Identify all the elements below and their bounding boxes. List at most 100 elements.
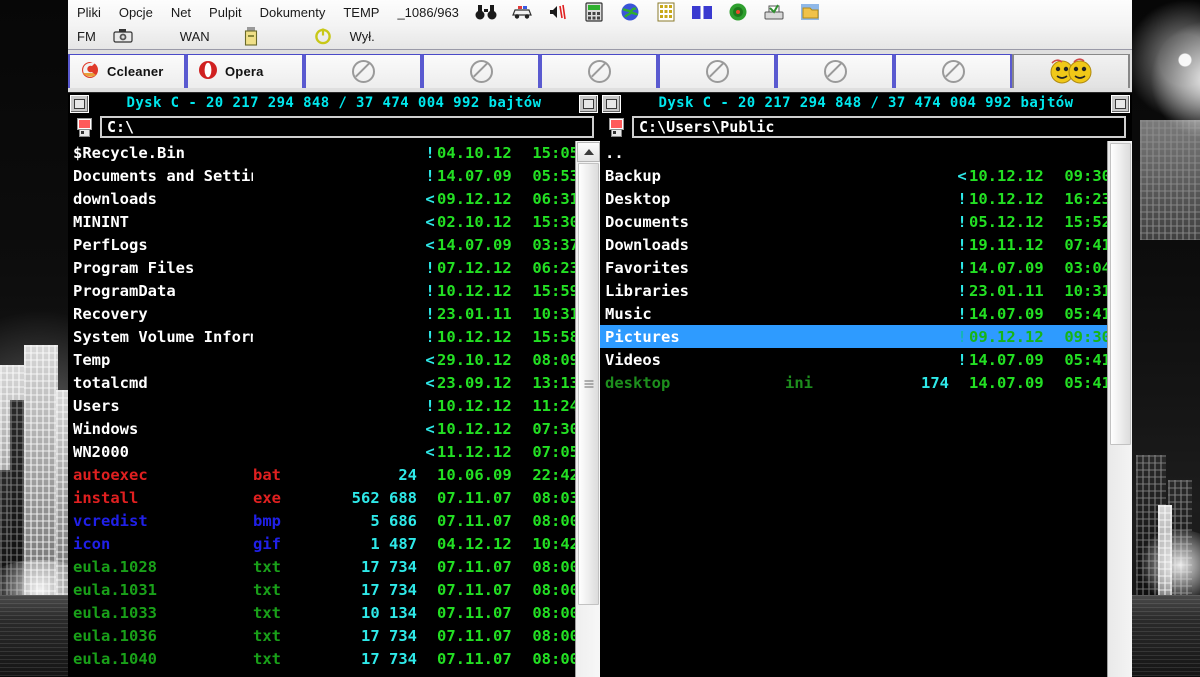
no-entry-icon — [941, 60, 965, 83]
file-row[interactable]: Windows <10.12.12 07:30 — [68, 417, 576, 440]
file-row[interactable]: Backup <10.12.12 09:30 — [600, 164, 1108, 187]
file-row[interactable]: vcredist bmp 5 686 07.11.07 08:00 — [68, 509, 576, 532]
printer-icon[interactable] — [760, 1, 788, 23]
menu-wyl[interactable]: Wył. — [341, 29, 384, 44]
left-pane-path-input[interactable]: C:\ — [100, 116, 594, 138]
file-row[interactable]: Desktop! 10.12.12 16:23 — [600, 187, 1108, 210]
left-pane-file-list[interactable]: $Recycle.Bin! 04.10.12 15:05 Documents and … — [68, 141, 576, 677]
file-row[interactable]: eula.1031 txt 17 734 07.11.07 08:00 — [68, 578, 576, 601]
tab-empty-3[interactable] — [540, 54, 658, 88]
file-row[interactable]: WN2000 <11.12.12 07:05 — [68, 440, 576, 463]
left-pane-scrollbar[interactable] — [575, 141, 600, 677]
file-row[interactable]: eula.1040 txt 17 734 07.11.07 08:00 — [68, 647, 576, 670]
file-date: 02.10.12 — [437, 212, 512, 231]
file-row[interactable]: $Recycle.Bin! 04.10.12 15:05 — [68, 141, 576, 164]
menu-pliki[interactable]: Pliki — [68, 5, 110, 20]
file-row[interactable]: downloads <09.12.12 06:31 — [68, 187, 576, 210]
file-row[interactable]: Libraries! 23.01.11 10:31 — [600, 279, 1108, 302]
file-row[interactable]: totalcmd <23.09.12 13:13 — [68, 371, 576, 394]
tab-empty-4[interactable] — [658, 54, 776, 88]
tab-opera[interactable]: Opera — [186, 54, 304, 88]
file-row[interactable]: install exe 562 688 07.11.07 08:03 — [68, 486, 576, 509]
file-date: 14.07.09 — [437, 235, 512, 254]
tab-empty-5[interactable] — [776, 54, 894, 88]
file-attr-mark: < — [425, 419, 435, 438]
left-pane-maximize-button[interactable] — [579, 95, 598, 113]
file-row[interactable]: Pictures! 09.12.12 09:30 — [600, 325, 1108, 348]
file-row[interactable]: autoexec bat 24 10.06.09 22:42 — [68, 463, 576, 486]
menu-opcje[interactable]: Opcje — [110, 5, 162, 20]
menu-fm[interactable]: FM — [68, 29, 105, 44]
file-row[interactable]: PerfLogs <14.07.09 03:37 — [68, 233, 576, 256]
binoculars-icon[interactable] — [472, 1, 500, 23]
file-row[interactable]: Favorites! 14.07.09 03:04 — [600, 256, 1108, 279]
menu-net[interactable]: Net — [162, 5, 200, 20]
file-row[interactable]: eula.1033 txt 10 134 07.11.07 08:00 — [68, 601, 576, 624]
right-pane-file-list[interactable]: .. Backup <10.12.12 09:30 Desktop! 10.12.12 16… — [600, 141, 1108, 677]
file-attr-mark: ! — [425, 258, 435, 277]
tab-ccleaner[interactable]: Ccleaner — [68, 54, 186, 88]
car-icon[interactable] — [508, 1, 536, 23]
left-pane-restore-button[interactable] — [70, 95, 89, 113]
file-row[interactable]: Downloads! 19.11.12 07:41 — [600, 233, 1108, 256]
left-scroll-up-button[interactable] — [577, 142, 600, 162]
file-row[interactable]: eula.1036 txt 17 734 07.11.07 08:00 — [68, 624, 576, 647]
file-time: 09:30 — [1064, 327, 1108, 346]
file-name: Users — [73, 396, 120, 415]
file-row[interactable]: desktop ini 174 14.07.09 05:41 — [600, 371, 1108, 394]
right-pane-scrollbar[interactable] — [1107, 141, 1132, 677]
power-icon[interactable] — [309, 25, 337, 47]
speaker-mute-icon[interactable] — [544, 1, 572, 23]
globe-icon[interactable] — [616, 1, 644, 23]
file-row[interactable]: Documents and Settings!14.07.09 05:53 — [68, 164, 576, 187]
tab-empty-6[interactable] — [894, 54, 1012, 88]
menu-pulpit[interactable]: Pulpit — [200, 5, 251, 20]
file-row[interactable]: .. — [600, 141, 1108, 164]
building — [1140, 120, 1200, 240]
file-row[interactable]: System Volume Information!10.12.12 15:58 — [68, 325, 576, 348]
menu-dokumenty[interactable]: Dokumenty — [251, 5, 335, 20]
smiley-icon — [1043, 56, 1099, 87]
left-pane-file-area: $Recycle.Bin! 04.10.12 15:05 Documents and … — [68, 141, 600, 677]
file-row[interactable]: Temp <29.10.12 08:09 — [68, 348, 576, 371]
file-row[interactable]: ProgramData! 10.12.12 15:59 — [68, 279, 576, 302]
cd-icon[interactable] — [724, 1, 752, 23]
file-row[interactable]: Program Files! 07.12.12 06:23 — [68, 256, 576, 279]
file-name: eula.1033 — [73, 603, 157, 622]
file-row[interactable]: Recovery! 23.01.11 10:31 — [68, 302, 576, 325]
right-pane-maximize-button[interactable] — [1111, 95, 1130, 113]
drive-icon — [74, 117, 94, 137]
calculator-icon[interactable] — [580, 1, 608, 23]
file-row[interactable]: eula.1028 txt 17 734 07.11.07 08:00 — [68, 555, 576, 578]
file-size: 5 686 — [370, 511, 417, 530]
right-scroll-thumb[interactable] — [1110, 143, 1131, 445]
left-scroll-thumb[interactable] — [578, 163, 599, 605]
file-date: 14.07.09 — [969, 258, 1044, 277]
menu-temp[interactable]: TEMP — [334, 5, 388, 20]
file-row[interactable]: Videos! 14.07.09 05:41 — [600, 348, 1108, 371]
folder-icon[interactable] — [796, 1, 824, 23]
right-pane-path-row: C:\Users\Public — [600, 113, 1132, 141]
usb-drive-icon[interactable] — [237, 25, 265, 47]
file-row[interactable]: MININT <02.10.12 15:30 — [68, 210, 576, 233]
tab-empty-2[interactable] — [422, 54, 540, 88]
file-ext: txt — [253, 626, 281, 645]
tab-smiley[interactable] — [1012, 54, 1130, 88]
file-time: 10:31 — [532, 304, 576, 323]
book-icon[interactable] — [688, 1, 716, 23]
file-row[interactable]: Users! 10.12.12 11:24 — [68, 394, 576, 417]
file-name: icon — [73, 534, 111, 553]
menu-counter[interactable]: _1086/963 — [388, 5, 467, 20]
menu-toolbar: Pliki Opcje Net Pulpit Dokumenty TEMP _1… — [68, 0, 1132, 50]
right-pane-path-input[interactable]: C:\Users\Public — [632, 116, 1126, 138]
menu-wan[interactable]: WAN — [171, 29, 219, 44]
right-pane-restore-button[interactable] — [602, 95, 621, 113]
file-row[interactable]: Documents! 05.12.12 15:52 — [600, 210, 1108, 233]
file-row[interactable]: Music! 14.07.09 05:41 — [600, 302, 1108, 325]
camera-icon[interactable] — [109, 25, 137, 47]
file-row[interactable]: icon gif 1 487 04.12.12 10:42 — [68, 532, 576, 555]
grid-icon[interactable] — [652, 1, 680, 23]
file-ext: exe — [253, 488, 281, 507]
tab-empty-1[interactable] — [304, 54, 422, 88]
file-name: Music — [605, 304, 652, 323]
